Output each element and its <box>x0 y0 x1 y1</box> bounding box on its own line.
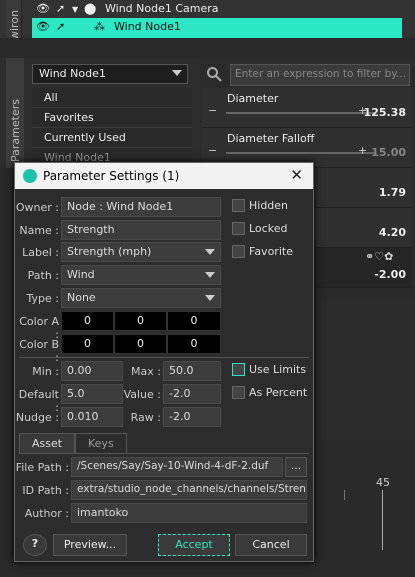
divider <box>19 453 309 454</box>
dialog-titlebar: Parameter Settings (1) ✕ <box>15 163 313 189</box>
color-b-r[interactable]: 0 <box>61 334 114 354</box>
increment-button[interactable]: + <box>358 144 367 157</box>
eye-icon[interactable]: 👁 <box>36 2 50 15</box>
favorite-checkbox[interactable] <box>232 245 245 258</box>
min-field[interactable]: 0.00 <box>61 361 123 381</box>
property-diameter[interactable]: Diameter − + 125.38 <box>202 88 412 128</box>
select-arrow-icon: ➚ <box>56 20 66 33</box>
color-b-g[interactable]: 0 <box>114 334 167 354</box>
camera-node-icon: ⬤ <box>84 2 97 15</box>
hidden-checkbox[interactable] <box>232 199 245 212</box>
raw-field[interactable]: -2.0 <box>163 407 221 427</box>
as-percent-checkbox[interactable] <box>232 386 245 399</box>
chevron-down-icon <box>205 272 215 278</box>
app-logo-icon <box>23 169 37 183</box>
list-item[interactable]: All <box>32 88 192 108</box>
timeline-tick-label: 45 <box>376 476 390 489</box>
default-field[interactable]: 5.0 <box>61 384 123 404</box>
tab-asset[interactable]: Asset <box>19 433 76 453</box>
divider <box>19 357 309 358</box>
decrement-button[interactable]: − <box>208 144 217 157</box>
author-field[interactable]: imantoko <box>71 503 307 523</box>
locked-checkbox[interactable] <box>232 222 245 235</box>
color-b-b[interactable]: 0 <box>167 334 221 354</box>
select-arrow-icon: ➚ <box>56 2 66 15</box>
color-a-r[interactable]: 0 <box>61 311 114 331</box>
decrement-button[interactable]: − <box>208 104 217 117</box>
nudge-field[interactable]: 0.010 <box>61 407 123 427</box>
dialog-title: Parameter Settings (1) <box>43 169 180 183</box>
file-path-field[interactable]: /Scenes/Say/Say-10-Wind-4-dF-2.duf <box>71 457 283 477</box>
parameters-vertical-tab[interactable]: Parameters <box>6 58 24 168</box>
chevron-down-icon <box>205 249 215 255</box>
name-field[interactable]: Strength <box>61 220 221 240</box>
filter-input[interactable]: Enter an expression to filter by... <box>230 64 410 86</box>
owner-field: Node : Wind Node1 <box>61 197 221 217</box>
search-icon <box>207 67 222 82</box>
color-a-b[interactable]: 0 <box>167 311 221 331</box>
accept-button[interactable]: Accept <box>158 534 230 556</box>
tab-keys[interactable]: Keys <box>75 433 127 453</box>
property-icons[interactable]: ⚭♡✿ <box>365 250 393 263</box>
playhead[interactable] <box>382 490 383 550</box>
value-slider[interactable] <box>226 112 376 114</box>
list-item[interactable]: Favorites <box>32 108 192 128</box>
scene-row-wind-node[interactable]: 👁 ➚ ⁂ Wind Node1 <box>32 18 402 38</box>
close-icon[interactable]: ✕ <box>290 166 303 184</box>
path-select[interactable]: Wind <box>61 265 221 285</box>
node-dropdown[interactable]: Wind Node1 <box>32 64 188 84</box>
chevron-down-icon <box>172 70 182 76</box>
chevron-down-icon <box>205 295 215 301</box>
wind-node-icon: ⁂ <box>94 20 105 33</box>
toolbar-strip <box>0 38 415 58</box>
scene-row-camera[interactable]: 👁 ➚ ▼ ⬤ Wind Node1 Camera <box>32 0 415 18</box>
tick-mark <box>344 490 345 500</box>
label-select[interactable]: Strength (mph) <box>61 242 221 262</box>
right-panel-empty <box>314 300 415 440</box>
cancel-button[interactable]: Cancel <box>235 534 307 556</box>
property-group-list: All Favorites Currently Used Wind Node1 <box>32 88 192 168</box>
expand-arrow-icon[interactable]: ▼ <box>72 5 78 14</box>
max-field[interactable]: 50.0 <box>163 361 221 381</box>
help-icon[interactable]: ? <box>23 534 47 556</box>
scene-row-label: Wind Node1 Camera <box>105 2 219 15</box>
browse-button[interactable]: ... <box>285 457 307 477</box>
parameter-settings-dialog: Parameter Settings (1) ✕ Owner : Node : … <box>14 162 314 562</box>
type-select[interactable]: None <box>61 288 221 308</box>
value-field[interactable]: -2.0 <box>163 384 221 404</box>
timeline[interactable]: 45 <box>314 450 415 577</box>
scene-row-label: Wind Node1 <box>114 20 181 33</box>
color-a-g[interactable]: 0 <box>114 311 167 331</box>
value-slider[interactable] <box>226 152 376 154</box>
id-path-field[interactable]: extra/studio_node_channels/channels/Stre… <box>71 480 307 500</box>
use-limits-checkbox[interactable] <box>232 363 245 376</box>
eye-icon[interactable]: 👁 <box>36 20 50 33</box>
list-item[interactable]: Currently Used <box>32 128 192 148</box>
preview-button[interactable]: Preview... <box>53 534 127 556</box>
